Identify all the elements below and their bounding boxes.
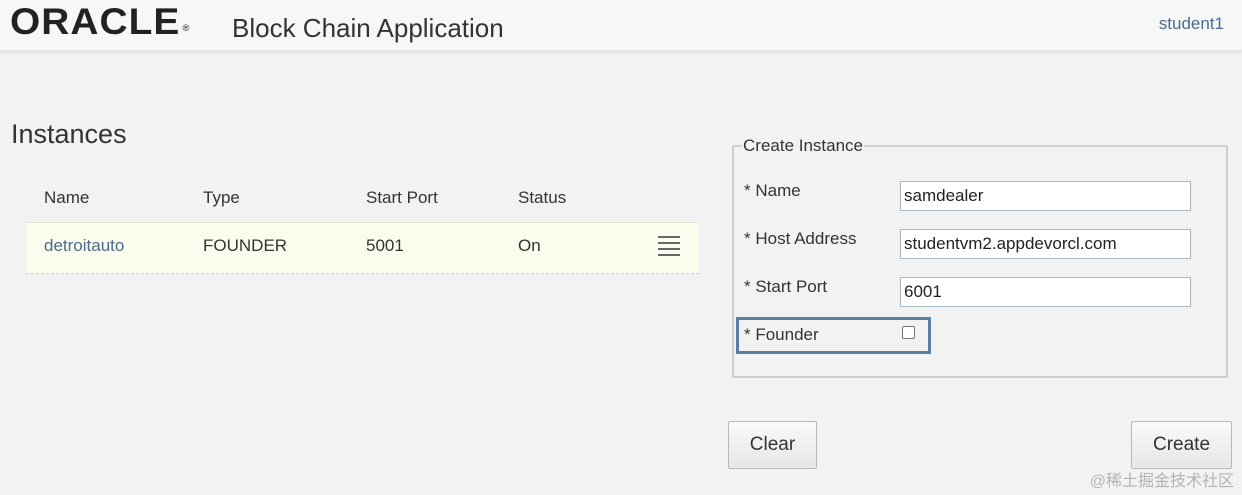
- watermark: @稀土掘金技术社区: [1089, 473, 1234, 490]
- instance-status: On: [518, 236, 541, 255]
- app-header: ORACLE ® Block Chain Application student1: [0, 0, 1242, 51]
- clear-button[interactable]: Clear: [728, 421, 817, 469]
- user-menu-link[interactable]: student1: [1159, 14, 1224, 34]
- start-port-input[interactable]: [900, 277, 1191, 307]
- instance-name-link[interactable]: detroitauto: [44, 223, 124, 269]
- column-header-start-port: Start Port: [366, 188, 438, 207]
- founder-checkbox[interactable]: [902, 326, 915, 339]
- host-address-input[interactable]: [900, 229, 1191, 259]
- founder-label: * Founder: [744, 325, 819, 344]
- oracle-logo: ORACLE ®: [10, 2, 190, 42]
- logo-text: ORACLE: [10, 1, 181, 42]
- row-menu-icon[interactable]: [658, 236, 680, 256]
- column-header-type: Type: [203, 188, 240, 207]
- column-header-status: Status: [518, 188, 567, 207]
- app-title: Block Chain Application: [232, 13, 504, 43]
- instance-type: FOUNDER: [203, 236, 288, 255]
- table-header: Name Type Start Port Status: [26, 176, 699, 222]
- host-address-label: * Host Address: [744, 229, 857, 248]
- name-input[interactable]: [900, 181, 1191, 211]
- create-instance-legend: Create Instance: [743, 136, 864, 155]
- start-port-label: * Start Port: [744, 277, 828, 296]
- registered-mark: ®: [182, 23, 191, 33]
- instances-title: Instances: [11, 119, 127, 149]
- create-button[interactable]: Create: [1131, 421, 1232, 469]
- instances-table: Name Type Start Port Status detroitauto …: [26, 176, 699, 274]
- column-header-name: Name: [44, 188, 90, 207]
- table-row: detroitauto FOUNDER 5001 On: [26, 222, 699, 274]
- name-label: * Name: [744, 181, 801, 200]
- instance-start-port: 5001: [366, 236, 404, 255]
